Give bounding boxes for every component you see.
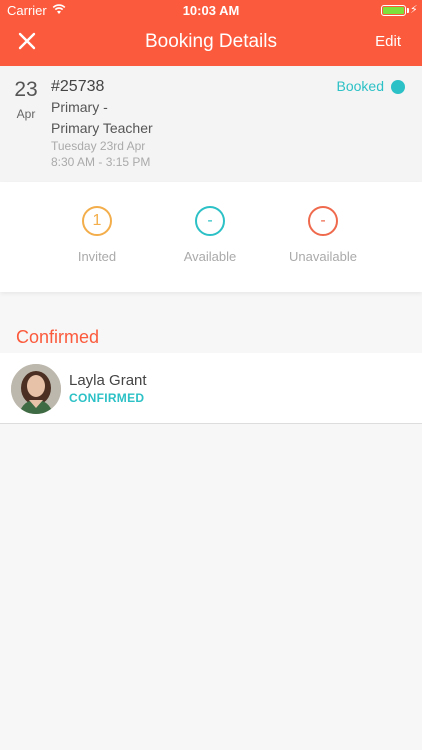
booking-reference: #25738 — [51, 78, 105, 95]
battery-tip — [407, 8, 409, 13]
battery-icon — [381, 5, 406, 16]
booking-category: Primary - — [51, 99, 108, 115]
page-title: Booking Details — [144, 31, 278, 52]
person-status: CONFIRMED — [69, 391, 145, 405]
charging-icon: ⚡ — [410, 4, 418, 16]
invited-count: 1 — [82, 206, 112, 236]
invited-label: Invited — [77, 249, 117, 264]
booking-stats: 1 Invited - Available - Unavailable — [0, 182, 422, 292]
booking-month: Apr — [16, 107, 36, 121]
booking-time: 8:30 AM - 3:15 PM — [51, 155, 151, 169]
list-item[interactable]: Layla Grant CONFIRMED — [0, 353, 422, 424]
status-bar: Carrier 10:03 AM ⚡ — [0, 0, 422, 22]
edit-button[interactable]: Edit — [375, 33, 401, 50]
booking-status[interactable]: Booked — [337, 78, 384, 94]
available-label: Available — [183, 249, 237, 264]
confirmed-section-title: Confirmed — [16, 327, 100, 347]
app-header: Carrier 10:03 AM ⚡ Booking Details Edit — [0, 0, 422, 66]
person-name: Layla Grant — [69, 372, 147, 389]
booking-day: 23 — [14, 78, 38, 101]
unavailable-count: - — [308, 206, 338, 236]
booking-date: Tuesday 23rd Apr — [51, 139, 146, 153]
status-time: 10:03 AM — [182, 3, 240, 18]
status-dot — [391, 80, 405, 94]
booking-summary: 23 Apr #25738 Primary - Primary Teacher … — [0, 66, 422, 182]
booking-role: Primary Teacher — [51, 120, 153, 136]
avatar — [11, 364, 61, 414]
available-count: - — [195, 206, 225, 236]
unavailable-label: Unavailable — [289, 249, 357, 264]
